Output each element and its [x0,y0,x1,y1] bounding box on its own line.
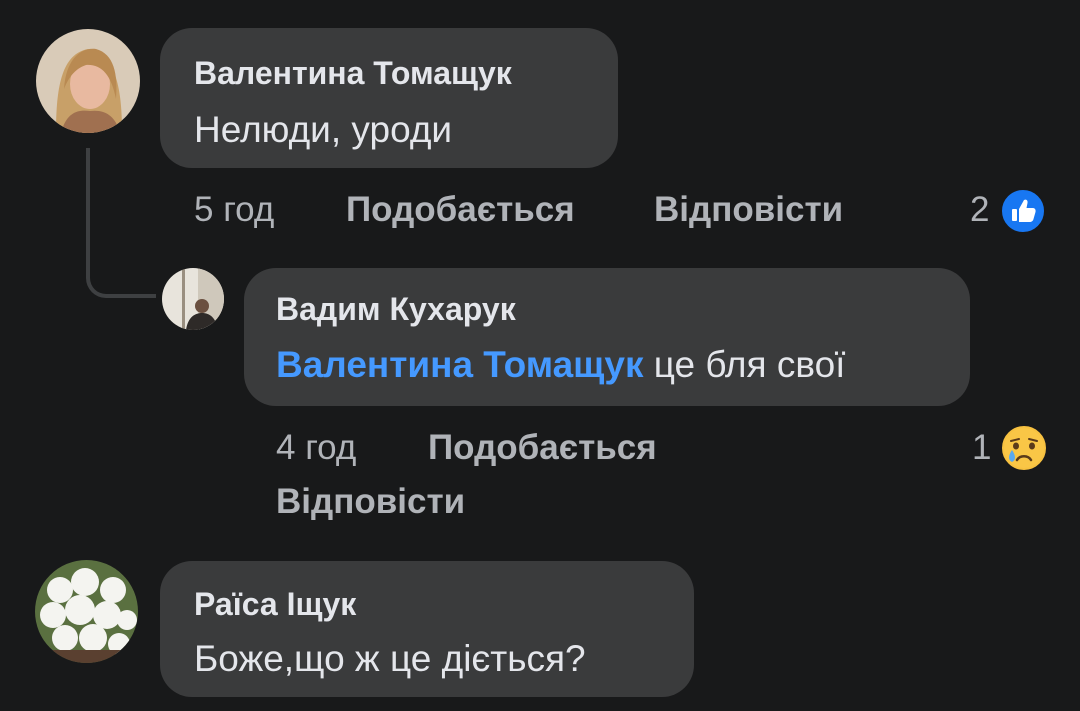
sad-face-icon[interactable] [1000,424,1048,472]
like-button[interactable]: Подобається [428,428,657,468]
comment-time[interactable]: 5 год [194,190,274,230]
comment-text: Нелюди, уроди [194,109,453,150]
mention-link[interactable]: Валентина Томащук [276,344,643,385]
reply-text-body: це бля свої [653,344,846,385]
comment-bubble[interactable]: Валентина Томащук Нелюди, уроди [160,28,618,168]
flowers-avatar-icon [35,560,138,663]
avatar-valentyna[interactable] [36,29,140,133]
thread-connector [86,148,156,298]
comment-text: Боже,що ж це діється? [194,638,586,679]
avatar-raisa[interactable] [35,560,138,663]
reply-button[interactable]: Відповісти [276,482,465,522]
like-button[interactable]: Подобається [346,190,575,230]
reply-button[interactable]: Відповісти [654,190,843,230]
comment-author[interactable]: Валентина Томащук [194,54,512,92]
comment-bubble[interactable]: Раїса Іщук Боже,що ж це діється? [160,561,694,697]
reply-author[interactable]: Вадим Кухарук [276,290,516,328]
reply-time[interactable]: 4 год [276,428,356,468]
reaction-count[interactable]: 2 [970,190,989,230]
person-avatar-icon [162,268,224,330]
reaction-count[interactable]: 1 [972,428,991,468]
reply-text: Валентина Томащук це бля свої [276,343,845,387]
person-avatar-icon [36,29,140,133]
reply-bubble[interactable]: Вадим Кухарук Валентина Томащук це бля с… [244,268,970,406]
like-icon[interactable] [1000,188,1046,234]
comment-author[interactable]: Раїса Іщук [194,585,356,623]
avatar-vadym[interactable] [162,268,224,330]
